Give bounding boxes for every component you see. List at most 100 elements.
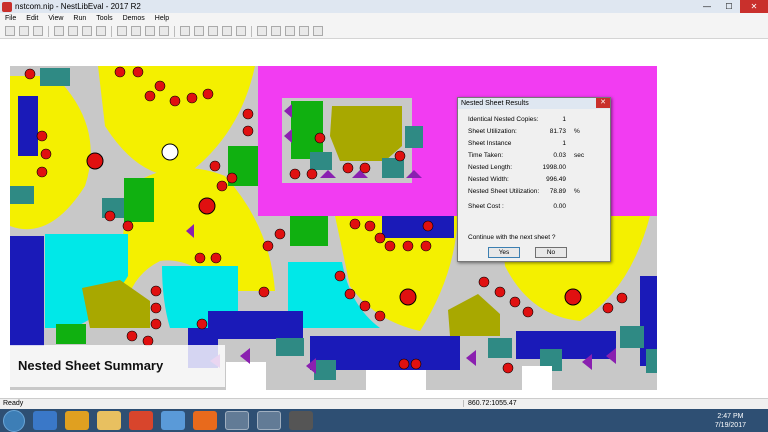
menu-demos[interactable]: Demos (118, 15, 150, 22)
internet-explorer-icon[interactable] (33, 411, 57, 430)
result-label: Nested Sheet Utilization: (468, 188, 540, 195)
dialog-close-button[interactable]: ✕ (596, 98, 610, 108)
record-icon[interactable] (236, 26, 246, 36)
result-value: 1 (562, 116, 566, 123)
save-icon[interactable] (33, 26, 43, 36)
maximize-button[interactable]: ☐ (718, 0, 740, 13)
result-label: Nested Width: (468, 176, 509, 183)
navy-part (382, 216, 454, 238)
parts-icon[interactable] (131, 26, 141, 36)
menu-tools[interactable]: Tools (91, 15, 117, 22)
nestlib-taskbar-icon[interactable] (225, 411, 249, 430)
toolbar-separator (251, 25, 252, 37)
navy-part (18, 96, 38, 156)
result-row: Identical Nested Copies: 1 (468, 116, 574, 123)
dialog-title-bar[interactable]: Nested Sheet Results ✕ (458, 98, 610, 109)
title-bar[interactable]: nstcom.nip - NestLibEval - 2017 R2 — ☐ ✕ (0, 0, 768, 13)
red-hole-part (564, 288, 582, 306)
clear-icon[interactable] (299, 26, 309, 36)
start-button[interactable] (3, 409, 25, 432)
new-file-icon[interactable] (5, 26, 15, 36)
result-row: Nested Width: 996.49 (468, 176, 574, 183)
red-hole-part (399, 288, 417, 306)
result-unit: sec (574, 152, 585, 159)
yes-button[interactable]: Yes (488, 247, 520, 258)
window-title: nstcom.nip - NestLibEval - 2017 R2 (15, 2, 141, 11)
navy-part (10, 236, 44, 346)
nested-sheet-results-dialog: Nested Sheet Results ✕ Identical Nested … (457, 97, 611, 262)
open-file-icon[interactable] (19, 26, 29, 36)
result-label: Identical Nested Copies: (468, 116, 539, 123)
print-icon[interactable] (96, 26, 106, 36)
app-icon[interactable] (289, 411, 313, 430)
result-value: 0.00 (553, 203, 566, 210)
zoom-out-icon[interactable] (271, 26, 281, 36)
chrome-icon[interactable] (129, 411, 153, 430)
status-text: Ready (3, 400, 24, 407)
menu-help[interactable]: Help (150, 15, 174, 22)
result-row: Sheet Utilization: 81.73% (468, 128, 580, 135)
result-label: Sheet Utilization: (468, 128, 517, 135)
result-value: 78.89 (549, 188, 566, 195)
result-row: Sheet Instance 1 (468, 140, 574, 147)
teal-part (488, 338, 512, 358)
minimize-button[interactable]: — (696, 0, 718, 13)
teal-part (10, 186, 34, 204)
result-value: 0.03 (553, 152, 566, 159)
caption-overlay: Nested Sheet Summary (10, 345, 225, 387)
result-label: Sheet Instance (468, 140, 512, 147)
sheet-icon[interactable] (145, 26, 155, 36)
cut-icon[interactable] (54, 26, 64, 36)
run-nest-icon[interactable] (180, 26, 190, 36)
report-icon[interactable] (313, 26, 323, 36)
grid-icon[interactable] (117, 26, 127, 36)
close-button[interactable]: ✕ (740, 0, 768, 13)
firefox-icon[interactable] (193, 411, 217, 430)
stop-icon[interactable] (222, 26, 232, 36)
menu-file[interactable]: File (0, 15, 21, 22)
teal-part (620, 326, 644, 348)
menu-run[interactable]: Run (68, 15, 91, 22)
result-label: Time Taken: (468, 152, 504, 159)
app-icon[interactable] (161, 411, 185, 430)
result-row: Nested Sheet Utilization: 78.89% (468, 188, 580, 195)
result-unit: % (574, 128, 580, 135)
step-icon[interactable] (194, 26, 204, 36)
no-button[interactable]: No (535, 247, 567, 258)
result-label: Sheet Cost : (468, 203, 504, 210)
toolbar-separator (48, 25, 49, 37)
navy-part (516, 331, 616, 359)
red-hole-part (198, 197, 216, 215)
toolbar-separator (174, 25, 175, 37)
clock-time: 2:47 PM (717, 413, 744, 420)
settings-icon[interactable] (159, 26, 169, 36)
dialog-body: Identical Nested Copies: 1 Sheet Utilizat… (458, 109, 610, 262)
teal-part (40, 68, 70, 86)
green-part (290, 216, 328, 246)
zoom-in-icon[interactable] (257, 26, 267, 36)
teal-part (405, 126, 423, 148)
file-explorer-icon[interactable] (97, 411, 121, 430)
zoom-fit-icon[interactable] (285, 26, 295, 36)
caption-text: Nested Sheet Summary (18, 358, 164, 373)
paste-icon[interactable] (82, 26, 92, 36)
menu-view[interactable]: View (43, 15, 68, 22)
taskbar: 2:47 PM 7/19/2017 (0, 409, 768, 432)
clock-date: 7/19/2017 (714, 422, 746, 429)
menu-edit[interactable]: Edit (21, 15, 43, 22)
dialog-title: Nested Sheet Results (461, 100, 529, 107)
clock[interactable]: 2:47 PM 7/19/2017 (715, 412, 746, 430)
navy-part (208, 311, 303, 339)
pause-icon[interactable] (208, 26, 218, 36)
olive-part (330, 106, 402, 161)
copy-icon[interactable] (68, 26, 78, 36)
system-tray[interactable] (666, 416, 706, 424)
nestlib-eval-taskbar-icon[interactable] (257, 411, 281, 430)
media-player-icon[interactable] (65, 411, 89, 430)
cursor-coordinates: 860.72:1055.47 (463, 400, 517, 407)
result-row: Sheet Cost : 0.00 (468, 203, 574, 210)
sheet-notch (226, 362, 266, 390)
app-icon (2, 1, 12, 12)
result-value: 1998.00 (542, 164, 567, 171)
result-row: Nested Length: 1998.00 (468, 164, 574, 171)
